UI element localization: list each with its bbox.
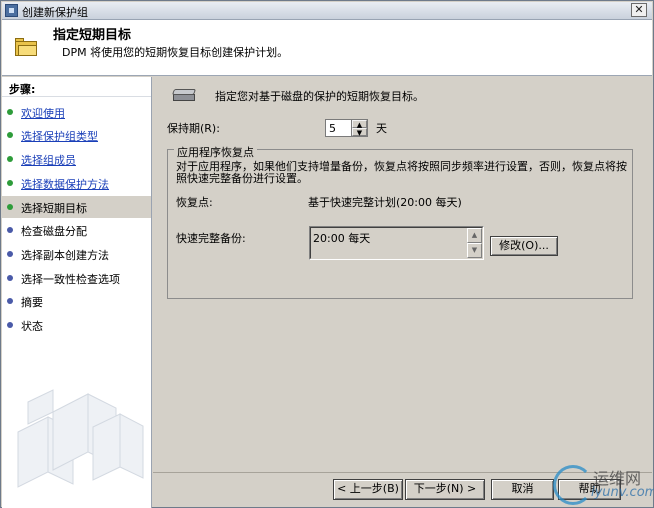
app-icon — [5, 4, 18, 17]
step-done-icon — [7, 180, 13, 186]
window-title: 创建新保护组 — [22, 6, 88, 19]
step-group-type[interactable]: 选择保护组类型 — [2, 124, 151, 146]
list-item[interactable]: 20:00 每天 — [313, 230, 370, 246]
recovery-points-value: 基于快速完整计划(20:00 每天) — [308, 196, 462, 209]
page-subtitle: DPM 将使用您的短期恢复目标创建保护计划。 — [62, 46, 289, 59]
next-button[interactable]: 下一步(N) > — [405, 479, 485, 500]
step-label: 选择一致性检查选项 — [21, 273, 120, 286]
recovery-points-label: 恢复点: — [176, 196, 213, 209]
close-button[interactable]: ✕ — [631, 3, 647, 17]
servers-illustration — [17, 389, 144, 488]
step-label: 状态 — [21, 320, 43, 333]
main-panel: 指定您对基于磁盘的保护的短期恢复目标。 保持期(R): 5 ▲ ▼ 天 应用程序… — [153, 77, 652, 472]
stepper-down-icon[interactable]: ▼ — [352, 128, 367, 137]
step-label[interactable]: 选择保护组类型 — [21, 128, 98, 144]
cancel-button[interactable]: 取消 — [491, 479, 554, 500]
step-welcome[interactable]: 欢迎使用 — [2, 101, 151, 123]
retention-unit: 天 — [376, 122, 387, 135]
fast-full-backup-list[interactable]: 20:00 每天 ▲ ▼ — [309, 226, 484, 260]
back-button[interactable]: < 上一步(B) — [333, 479, 403, 500]
step-consistency-check: 选择一致性检查选项 — [2, 267, 151, 289]
title-bar[interactable]: 创建新保护组 ✕ — [2, 2, 652, 20]
step-replica-method: 选择副本创建方法 — [2, 243, 151, 265]
step-label: 摘要 — [21, 296, 43, 309]
step-done-icon — [7, 109, 13, 115]
step-group-members[interactable]: 选择组成员 — [2, 148, 151, 170]
group-description: 对于应用程序，如果他们支持增量备份，恢复点将按照同步频率进行设置，否则，恢复点将… — [176, 160, 627, 185]
retention-value[interactable]: 5 — [329, 122, 336, 135]
step-label: 检查磁盘分配 — [21, 225, 87, 238]
step-current-icon — [7, 204, 13, 210]
site-watermark: 运维网 iyunv.com — [549, 461, 654, 507]
step-summary: 摘要 — [2, 290, 151, 312]
step-pending-icon — [7, 251, 13, 257]
stepper-up-icon[interactable]: ▲ — [352, 120, 367, 129]
group-legend: 应用程序恢复点 — [174, 144, 257, 160]
fast-full-backup-label: 快速完整备份: — [176, 232, 246, 245]
step-done-icon — [7, 132, 13, 138]
step-status: 状态 — [2, 314, 151, 336]
retention-stepper[interactable]: 5 ▲ ▼ — [325, 119, 368, 137]
list-scrollbar[interactable]: ▲ ▼ — [467, 228, 482, 258]
step-protection-method[interactable]: 选择数据保护方法 — [2, 172, 151, 194]
step-label: 选择副本创建方法 — [21, 249, 109, 262]
step-label[interactable]: 欢迎使用 — [21, 105, 65, 121]
step-label[interactable]: 选择组成员 — [21, 152, 76, 168]
step-pending-icon — [7, 322, 13, 328]
steps-title: 步骤: — [2, 77, 151, 97]
step-label: 选择短期目标 — [21, 202, 87, 215]
scroll-up-icon[interactable]: ▲ — [467, 228, 482, 243]
intro-text: 指定您对基于磁盘的保护的短期恢复目标。 — [215, 90, 424, 103]
retention-label: 保持期(R): — [167, 122, 220, 135]
step-disk-allocation: 检查磁盘分配 — [2, 219, 151, 241]
page-title: 指定短期目标 — [53, 28, 132, 43]
app-recovery-group: 应用程序恢复点 对于应用程序，如果他们支持增量备份，恢复点将按照同步频率进行设置… — [167, 144, 633, 299]
step-short-term-goals: 选择短期目标 — [2, 196, 151, 218]
disk-icon — [171, 89, 197, 101]
watermark-logo-icon — [553, 465, 593, 505]
folder-icon — [15, 38, 37, 56]
wizard-header: 指定短期目标 DPM 将使用您的短期恢复目标创建保护计划。 — [2, 20, 652, 76]
step-done-icon — [7, 156, 13, 162]
watermark-en: iyunv.com — [591, 485, 654, 500]
modify-button[interactable]: 修改(O)... — [490, 236, 558, 256]
step-label[interactable]: 选择数据保护方法 — [21, 176, 109, 192]
step-pending-icon — [7, 298, 13, 304]
dialog-window: 创建新保护组 ✕ 指定短期目标 DPM 将使用您的短期恢复目标创建保护计划。 步… — [0, 0, 654, 508]
step-pending-icon — [7, 227, 13, 233]
scroll-down-icon[interactable]: ▼ — [467, 243, 482, 258]
steps-sidebar: 步骤: 欢迎使用 选择保护组类型 选择组成员 选择数据保护方法 选择短期目标 检… — [2, 77, 152, 508]
step-pending-icon — [7, 275, 13, 281]
